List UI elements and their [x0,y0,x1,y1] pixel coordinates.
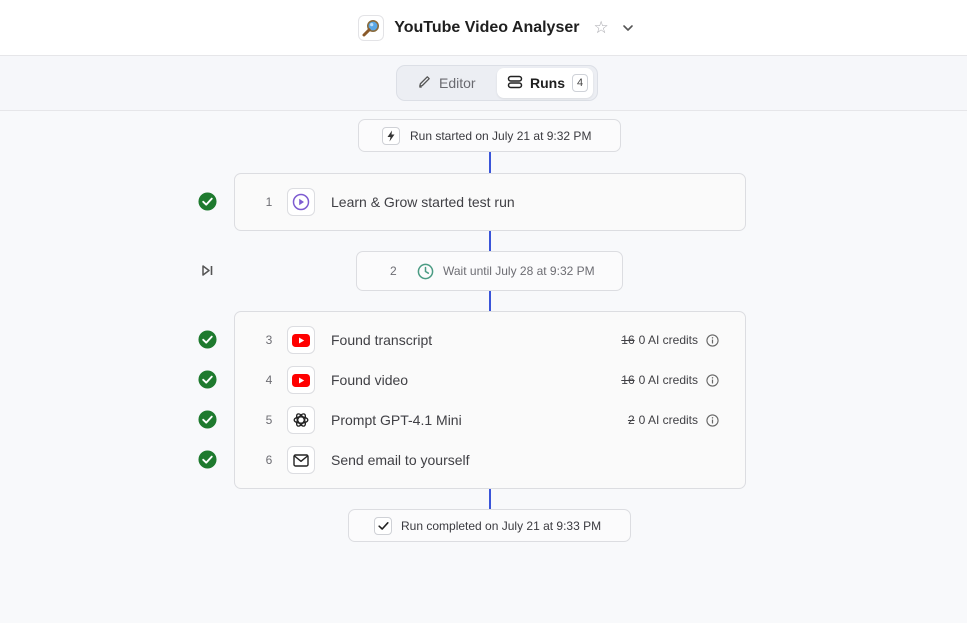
runs-count-badge: 4 [572,74,589,92]
timeline-connector [489,152,491,173]
list-item[interactable]: 3 Found transcript 16 0 AI credits [235,326,745,354]
tab-editor-label: Editor [439,75,476,91]
app-title-group: YouTube Video Analyser ☆ [358,14,635,41]
success-check-icon [198,410,217,429]
tab-editor[interactable]: Editor [399,68,497,98]
credits-original: 16 [621,333,635,347]
success-check-icon [198,370,217,389]
ai-credits: 16 0 AI credits [621,333,719,347]
credits-original: 2 [627,413,635,427]
run-end-label: Run completed on July 21 at 9:33 PM [401,518,602,533]
youtube-icon [287,326,315,354]
actions-step-card: 3 Found transcript 16 0 AI credits 4 Fou… [234,311,746,489]
info-icon[interactable] [706,373,719,387]
app-header: YouTube Video Analyser ☆ [0,0,967,56]
magnifier-icon [358,14,385,41]
play-circle-icon [287,188,315,216]
step-label: Found video [331,372,409,388]
trigger-step-card[interactable]: 1 Learn & Grow started test run [234,173,746,231]
ai-credits: 16 0 AI credits [621,373,719,387]
view-toolbar: Editor Runs 4 [0,56,967,111]
step-number: 6 [265,453,273,467]
page-title: YouTube Video Analyser [394,18,580,36]
info-icon[interactable] [706,333,719,347]
lightning-icon [382,126,400,145]
credits-charged: 0 AI credits [638,413,698,427]
step-label: Prompt GPT-4.1 Mini [331,412,462,428]
timeline-connector [489,231,491,251]
credits-charged: 0 AI credits [638,373,698,387]
info-icon[interactable] [706,413,719,427]
step-number: 5 [265,413,273,427]
openai-icon [287,406,315,434]
youtube-icon [287,366,315,394]
step-label: Send email to yourself [331,452,470,468]
wait-step-card[interactable]: 2 Wait until July 28 at 9:32 PM [356,251,623,291]
timeline-connector [489,489,491,509]
run-start-marker: Run started on July 21 at 9:32 PM [358,119,621,152]
run-end-marker: Run completed on July 21 at 9:33 PM [348,509,631,542]
pencil-icon [417,74,432,92]
list-item[interactable]: 4 Found video 16 0 AI credits [235,366,745,394]
view-switcher: Editor Runs 4 [396,65,598,101]
run-start-label: Run started on July 21 at 9:32 PM [410,128,592,143]
credits-charged: 0 AI credits [638,333,698,347]
tab-runs-label: Runs [530,75,565,91]
step-label: Learn & Grow started test run [331,194,515,210]
success-check-icon [198,450,217,469]
runs-stack-icon [507,74,523,93]
step-number: 1 [265,195,273,209]
success-check-icon [198,192,217,211]
success-check-icon [198,330,217,349]
step-label: Found transcript [331,332,433,348]
list-item[interactable]: 1 Learn & Grow started test run [235,188,745,216]
list-item[interactable]: 5 Prompt GPT-4.1 Mini 2 0 AI credits [235,406,745,434]
clock-icon [416,262,434,280]
check-icon [374,516,392,535]
list-item[interactable]: 6 Send email to yourself [235,446,745,474]
credits-original: 16 [621,373,635,387]
skip-forward-icon [201,264,214,277]
step-label: Wait until July 28 at 9:32 PM [443,264,595,278]
ai-credits: 2 0 AI credits [628,413,719,427]
star-icon[interactable]: ☆ [593,19,608,36]
mail-icon [287,446,315,474]
step-number: 4 [265,373,273,387]
tab-runs[interactable]: Runs 4 [497,68,593,98]
chevron-down-icon[interactable] [621,21,635,35]
step-number: 3 [265,333,273,347]
step-number: 2 [390,264,397,278]
timeline-connector [489,291,491,311]
